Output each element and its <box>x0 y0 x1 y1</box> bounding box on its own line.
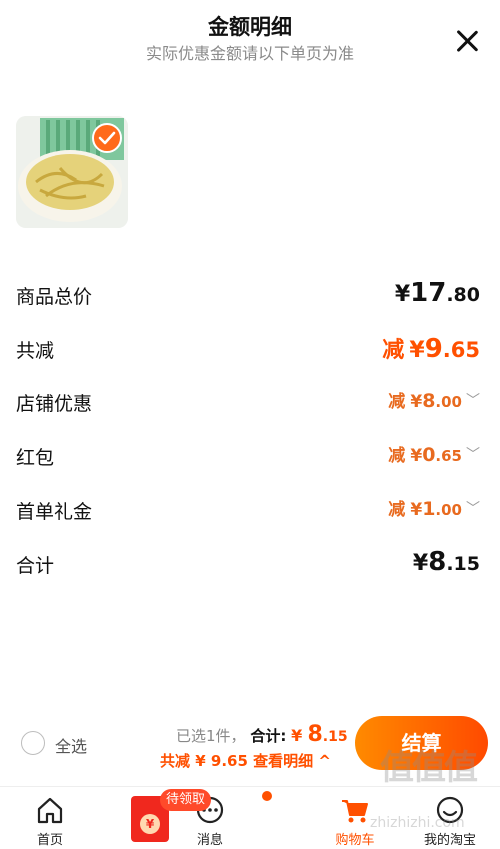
amount-dec: .65 <box>435 447 462 465</box>
tab-home-label: 首页 <box>36 833 63 848</box>
close-icon[interactable] <box>454 28 480 54</box>
currency: ¥ <box>410 392 423 412</box>
store-coupon-value: 减 ¥8.00 ﹀ <box>388 387 480 412</box>
selected-summary: 已选1件， 合计: ¥ 8.15 <box>176 722 348 747</box>
currency: ¥ <box>412 551 429 576</box>
watermark: 值值值 <box>380 748 478 788</box>
cart-icon <box>342 800 368 823</box>
tab-cart-label: 购物车 <box>335 833 375 848</box>
amount-dec: .80 <box>446 284 480 306</box>
row-red-packet[interactable]: 红包 减 ¥0.65 ﹀ <box>16 435 480 475</box>
currency: ¥ <box>394 282 411 307</box>
red-packet-value: 减 ¥0.65 ﹀ <box>388 441 480 466</box>
row-first-order[interactable]: 首单礼金 减 ¥1.00 ﹀ <box>16 489 480 529</box>
discount-prefix: 减 <box>388 392 406 412</box>
store-coupon-label: 店铺优惠 <box>16 393 93 415</box>
tab-messages-label: 消息 <box>196 833 223 848</box>
chevron-down-icon[interactable]: ﹀ <box>466 444 480 464</box>
sum-currency: ¥ <box>291 726 303 745</box>
select-all-radio[interactable] <box>21 731 45 755</box>
select-all-label[interactable]: 全选 <box>55 733 87 757</box>
sum-int: 8 <box>307 722 323 747</box>
sum-value: ¥ 8.15 <box>291 722 348 747</box>
tab-home[interactable]: 首页 <box>10 787 90 849</box>
chevron-down-icon[interactable]: ﹀ <box>466 390 480 410</box>
subtotal-label: 合计 <box>16 555 55 577</box>
currency: ¥ <box>410 446 423 466</box>
view-details-link[interactable]: 共减 ¥ 9.65 查看明细 ^ <box>160 750 331 771</box>
yen-coin-icon: ¥ <box>140 814 160 834</box>
page-title: 金额明细 <box>208 15 292 39</box>
row-store-coupon[interactable]: 店铺优惠 减 ¥8.00 ﹀ <box>16 381 480 421</box>
row-total-price: 商品总价 ¥17.80 <box>16 274 480 314</box>
selected-count-text: 已选1件， <box>176 727 246 745</box>
sum-label: 合计: <box>250 727 287 745</box>
watermark-url: zhizhizhi.com <box>370 815 465 831</box>
row-subtotal: 合计 ¥8.15 <box>16 543 480 583</box>
amount-int: 8 <box>428 547 447 577</box>
pending-claim-badge: 待领取 <box>160 789 212 811</box>
total-discount-value: 减 ¥9.65 <box>382 332 480 364</box>
selected-check-icon[interactable] <box>92 123 122 153</box>
currency: ¥ <box>409 338 425 363</box>
tab-profile-label: 我的淘宝 <box>423 833 476 848</box>
red-packet-label: 红包 <box>16 447 55 469</box>
discount-prefix: 减 <box>382 338 405 363</box>
first-order-label: 首单礼金 <box>16 501 93 523</box>
amount-int: 0 <box>422 444 436 466</box>
first-order-value: 减 ¥1.00 ﹀ <box>388 495 480 520</box>
sum-dec: .15 <box>322 729 348 745</box>
amount-int: 1 <box>422 498 436 520</box>
amount-int: 17 <box>410 278 447 308</box>
amount-int: 8 <box>422 390 436 412</box>
total-discount-label: 共减 <box>16 340 55 362</box>
row-total-discount: 共减 减 ¥9.65 <box>16 328 480 368</box>
home-icon <box>37 797 63 824</box>
currency: ¥ <box>410 500 423 520</box>
chevron-down-icon[interactable]: ﹀ <box>466 498 480 518</box>
amount-dec: .00 <box>435 501 462 519</box>
amount-int: 9 <box>424 334 443 364</box>
amount-dec: .65 <box>442 338 480 362</box>
total-price-label: 商品总价 <box>16 286 93 308</box>
page-subtitle: 实际优惠金额请以下单页为准 <box>145 44 354 63</box>
subtotal-value: ¥8.15 <box>413 547 480 577</box>
unread-dot <box>262 791 272 801</box>
amount-dec: .15 <box>446 553 480 575</box>
amount-dec: .00 <box>435 393 462 411</box>
discount-prefix: 减 <box>388 500 406 520</box>
header: 金额明细 实际优惠金额请以下单页为准 <box>0 0 500 80</box>
discount-prefix: 减 <box>388 446 406 466</box>
total-price-value: ¥17.80 <box>395 278 480 308</box>
